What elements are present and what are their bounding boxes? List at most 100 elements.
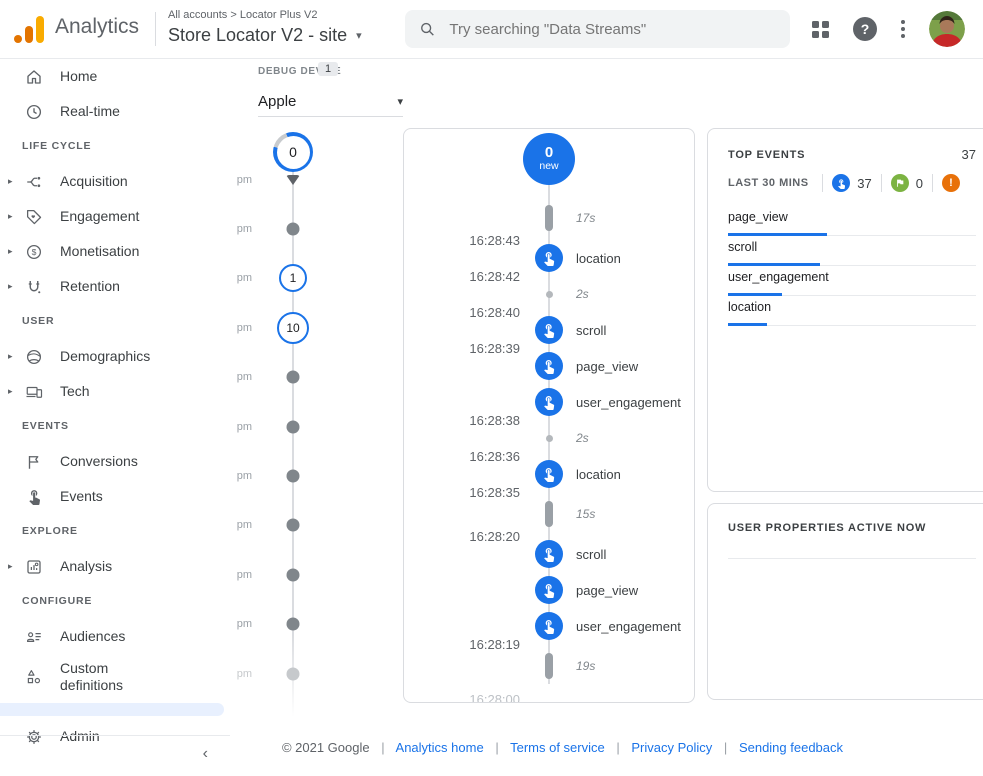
event-name: 17s bbox=[570, 211, 694, 225]
top-event-row[interactable]: page_view bbox=[728, 206, 976, 236]
footer-link[interactable]: Privacy Policy bbox=[631, 740, 712, 755]
search-bar[interactable] bbox=[405, 10, 790, 48]
minute-row: pm bbox=[230, 649, 400, 698]
logo-dot bbox=[14, 35, 22, 43]
event-icon[interactable] bbox=[535, 612, 563, 640]
apps-grid-icon[interactable] bbox=[812, 21, 829, 38]
stream-row: 16:28:19 19s bbox=[404, 644, 694, 688]
stream-node bbox=[528, 540, 570, 568]
event-timestamp: 16:28:35 bbox=[404, 485, 528, 500]
breadcrumb[interactable]: All accounts > Locator Plus V2 bbox=[168, 9, 318, 21]
sidebar-entry[interactable]: ▸ Tech bbox=[0, 374, 230, 409]
event-type-counter[interactable]: ! 37 bbox=[822, 174, 880, 192]
minute-node bbox=[287, 519, 300, 532]
clock-icon bbox=[24, 102, 44, 122]
product-name[interactable]: Analytics bbox=[55, 15, 139, 39]
sidebar-entry[interactable]: ▸ Admin bbox=[0, 719, 230, 754]
event-icon[interactable] bbox=[535, 316, 563, 344]
sidebar-entry[interactable]: ▸ Home bbox=[0, 59, 230, 94]
property-selector[interactable]: Store Locator V2 - site ▾ bbox=[168, 25, 362, 46]
sidebar-entry: ▸ LIFE CYCLE bbox=[0, 129, 230, 164]
minute-node: 10 bbox=[277, 312, 309, 344]
event-icon[interactable] bbox=[535, 388, 563, 416]
help-icon[interactable]: ? bbox=[853, 17, 877, 41]
engagement-icon bbox=[24, 207, 44, 227]
sidebar-entry[interactable]: ▸ Analysis bbox=[0, 549, 230, 584]
gap-capsule bbox=[545, 653, 553, 679]
sidebar-entry-label: Admin bbox=[60, 728, 100, 745]
sidebar-entry-label: EVENTS bbox=[8, 420, 69, 433]
minute-node bbox=[287, 618, 300, 631]
minute-event-count: 1 bbox=[279, 264, 307, 292]
minute-label: pm bbox=[230, 322, 252, 334]
stream-row[interactable]: 16:28:20 scroll bbox=[404, 536, 694, 572]
search-input[interactable] bbox=[447, 20, 776, 39]
event-timestamp: 16:28:38 bbox=[404, 413, 528, 428]
expand-arrow-icon: ▸ bbox=[8, 246, 24, 257]
stream-node bbox=[528, 388, 570, 416]
event-name: location bbox=[570, 467, 694, 482]
admin-icon bbox=[24, 727, 44, 747]
footer-link[interactable]: Terms of service bbox=[510, 740, 605, 755]
analytics-logo-icon[interactable] bbox=[14, 15, 44, 43]
minute-dot bbox=[287, 470, 300, 483]
sidebar-entry[interactable]: ▸ Custom definitions bbox=[0, 654, 230, 700]
sidebar-entry[interactable]: ▸ Engagement bbox=[0, 199, 230, 234]
sidebar-entry[interactable]: ▸ Real-time bbox=[0, 94, 230, 129]
sidebar-entry[interactable]: ▸ Events bbox=[0, 479, 230, 514]
sidebar-entry[interactable]: ▸ Audiences bbox=[0, 619, 230, 654]
minute-row[interactable]: pm 10 bbox=[230, 303, 400, 352]
sidebar-entry-label: Real-time bbox=[60, 103, 120, 120]
event-name: scroll bbox=[570, 547, 694, 562]
event-type-counter[interactable]: ! 0 bbox=[881, 174, 932, 192]
top-event-row[interactable]: user_engagement bbox=[728, 266, 976, 296]
audiences-icon bbox=[24, 627, 44, 647]
sidebar-entry[interactable]: ▸ Conversions bbox=[0, 444, 230, 479]
stream-node bbox=[528, 244, 570, 272]
minute-row[interactable]: pm 1 bbox=[230, 254, 400, 303]
sidebar-entry[interactable]: ▸ Acquisition bbox=[0, 164, 230, 199]
event-icon[interactable] bbox=[535, 244, 563, 272]
minute-node bbox=[287, 371, 300, 384]
minutes-timeline: 0 pm pm bbox=[230, 132, 400, 707]
avatar[interactable] bbox=[929, 11, 965, 47]
footer-link[interactable]: Sending feedback bbox=[739, 740, 843, 755]
sidebar-entry[interactable]: ▸ $ Monetisation bbox=[0, 234, 230, 269]
stream-row[interactable]: 16:28:39 page_view bbox=[404, 348, 694, 384]
event-type-counter[interactable]: ! bbox=[932, 174, 976, 192]
top-event-row[interactable]: location bbox=[728, 296, 976, 326]
stream-row[interactable]: page_view bbox=[404, 572, 694, 608]
footer: © 2021 Google Analytics home Terms of se… bbox=[230, 740, 895, 755]
sidebar-entry[interactable]: ▸ Demographics bbox=[0, 339, 230, 374]
minute-row: pm bbox=[230, 600, 400, 649]
user-properties-card: USER PROPERTIES ACTIVE NOW bbox=[707, 503, 983, 700]
more-options-icon[interactable] bbox=[901, 20, 905, 38]
conversions-icon bbox=[24, 452, 44, 472]
event-timestamp: 16:28:39 bbox=[404, 341, 528, 356]
event-icon[interactable] bbox=[535, 352, 563, 380]
event-icon[interactable] bbox=[535, 540, 563, 568]
minute-node bbox=[287, 223, 300, 236]
event-name: scroll bbox=[570, 323, 694, 338]
footer-item: Terms of service bbox=[510, 740, 628, 755]
minute-node: 1 bbox=[279, 264, 307, 292]
expand-arrow-icon: ▸ bbox=[8, 561, 24, 572]
sidebar-entry-label: Audiences bbox=[60, 628, 125, 645]
event-icon[interactable] bbox=[535, 460, 563, 488]
sidebar-entry-label: Home bbox=[60, 68, 97, 85]
top-event-row[interactable]: scroll bbox=[728, 236, 976, 266]
footer-link[interactable]: Analytics home bbox=[396, 740, 484, 755]
device-select[interactable]: Apple ▾ bbox=[258, 86, 403, 117]
sidebar-entry-label: Custom definitions bbox=[60, 660, 165, 694]
top-event-name: page_view bbox=[728, 210, 788, 224]
seconds-stream-card: 0 new 17s 16:28:43 bbox=[403, 128, 695, 703]
event-icon[interactable] bbox=[535, 576, 563, 604]
event-timestamp: 16:28:42 bbox=[404, 269, 528, 284]
logo-bar-tall bbox=[36, 16, 44, 43]
minute-label: pm bbox=[230, 668, 252, 680]
sidebar-entry[interactable]: ▸ bbox=[0, 703, 224, 716]
collapse-sidebar-icon[interactable]: ‹ bbox=[203, 745, 208, 763]
counter-value: 0 bbox=[916, 176, 923, 191]
new-events-badge[interactable]: 0 new bbox=[523, 133, 575, 185]
sidebar-entry[interactable]: ▸ Retention bbox=[0, 269, 230, 304]
